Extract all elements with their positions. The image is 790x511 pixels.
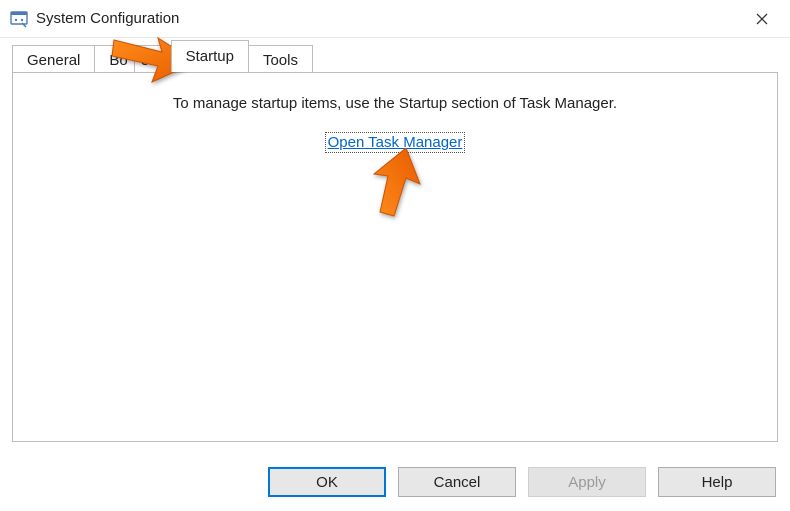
tab-startup[interactable]: Startup <box>171 40 249 72</box>
close-button[interactable] <box>742 5 782 33</box>
apply-button: Apply <box>528 467 646 497</box>
titlebar: System Configuration <box>0 0 790 38</box>
msconfig-icon <box>10 10 28 28</box>
tab-boot-fragment-left[interactable]: Bo <box>94 45 134 74</box>
startup-instruction-text: To manage startup items, use the Startup… <box>13 95 777 112</box>
window-title: System Configuration <box>36 10 742 27</box>
cancel-button[interactable]: Cancel <box>398 467 516 497</box>
tab-tools[interactable]: Tools <box>248 45 313 74</box>
dialog-button-row: OK Cancel Apply Help <box>268 467 776 497</box>
tab-general[interactable]: General <box>12 45 95 74</box>
tab-strip: General Bo es Startup Tools <box>0 38 790 72</box>
help-button[interactable]: Help <box>658 467 776 497</box>
close-icon <box>756 13 768 25</box>
open-task-manager-link[interactable]: Open Task Manager <box>327 134 464 151</box>
ok-button[interactable]: OK <box>268 467 386 497</box>
tab-services-fragment-right[interactable]: es <box>134 45 172 74</box>
tab-panel-startup: To manage startup items, use the Startup… <box>12 72 778 442</box>
